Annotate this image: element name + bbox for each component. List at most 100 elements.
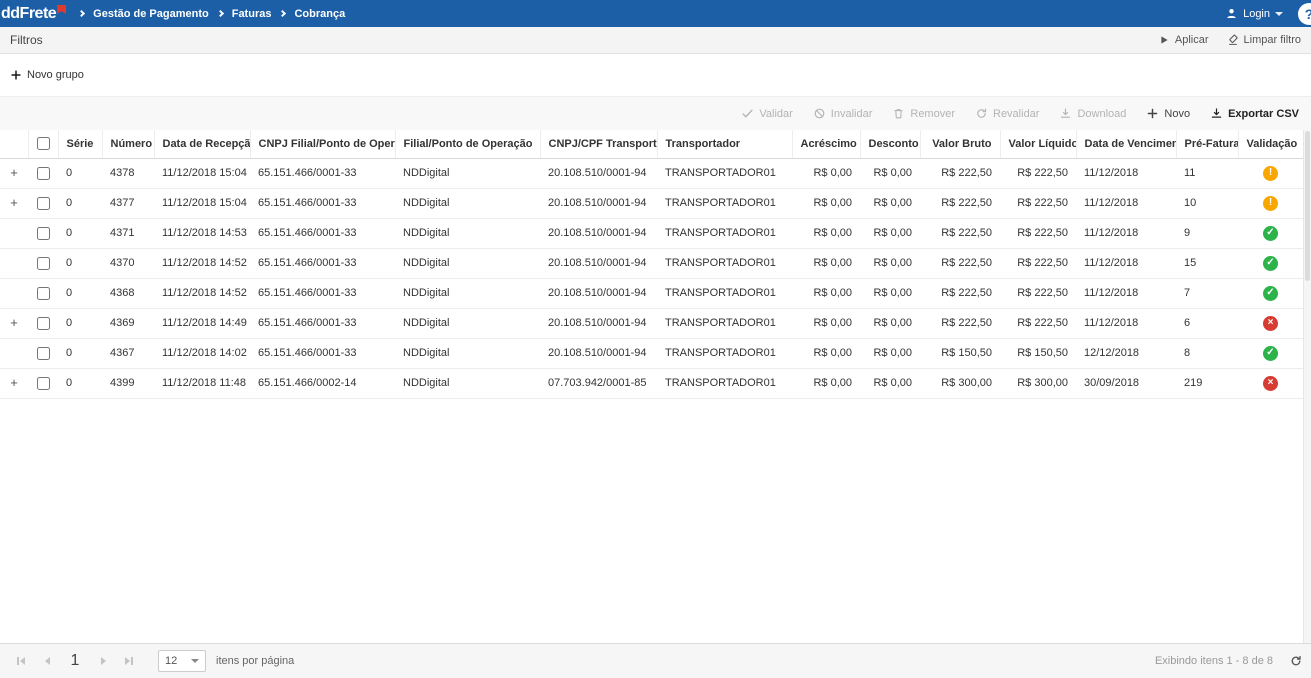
cell-valor-liquido: R$ 222,50 <box>1000 308 1076 338</box>
help-icon[interactable] <box>1298 3 1311 25</box>
cell-acrescimo: R$ 0,00 <box>792 158 860 188</box>
cell-acrescimo: R$ 0,00 <box>792 218 860 248</box>
login-label: Login <box>1243 8 1270 20</box>
refresh-icon <box>1289 654 1303 668</box>
column-header-serie[interactable]: Série <box>58 130 102 158</box>
cell-valor-liquido: R$ 222,50 <box>1000 188 1076 218</box>
login-menu[interactable]: Login <box>1225 7 1283 20</box>
cell-filial: NDDigital <box>395 218 540 248</box>
cell-serie: 0 <box>58 248 102 278</box>
expand-row-button[interactable]: + <box>10 315 18 330</box>
expand-row-button[interactable]: + <box>10 165 18 180</box>
app-logo[interactable]: ddFrete <box>1 2 67 26</box>
cell-cnpj-filial: 65.151.466/0002-14 <box>250 368 395 398</box>
exportar-csv-button[interactable]: Exportar CSV <box>1210 107 1299 120</box>
cell-transportador: TRANSPORTADOR01 <box>657 368 792 398</box>
row-checkbox[interactable] <box>37 167 50 180</box>
validation-status-icon: ! <box>1263 196 1278 211</box>
first-page-icon <box>20 657 25 665</box>
cell-filial: NDDigital <box>395 338 540 368</box>
row-checkbox[interactable] <box>37 377 50 390</box>
scrollbar-thumb[interactable] <box>1305 131 1310 281</box>
column-header-pre-fatura[interactable]: Pré-Fatura <box>1176 130 1238 158</box>
cell-cnpj-filial: 65.151.466/0001-33 <box>250 218 395 248</box>
validation-status-icon: ✓ <box>1263 256 1278 271</box>
cell-numero: 4368 <box>102 278 154 308</box>
column-header-valor-bruto[interactable]: Valor Bruto <box>920 130 1000 158</box>
column-header-data-de-recepcao[interactable]: Data de Recepção↓ <box>154 130 250 158</box>
cell-pre-fatura: 15 <box>1176 248 1238 278</box>
column-header-acrescimo[interactable]: Acréscimo <box>792 130 860 158</box>
last-page-button[interactable] <box>116 644 142 678</box>
cell-serie: 0 <box>58 368 102 398</box>
remover-button[interactable]: Remover <box>892 107 955 120</box>
row-checkbox[interactable] <box>37 317 50 330</box>
validation-status-icon: × <box>1263 376 1278 391</box>
pagination-bar: 1 12 itens por página Exibindo itens 1 -… <box>0 643 1311 678</box>
cell-data-recepcao: 11/12/2018 14:52 <box>154 248 250 278</box>
clear-filter-button[interactable]: Limpar filtro <box>1227 34 1301 46</box>
cell-valor-liquido: R$ 300,00 <box>1000 368 1076 398</box>
row-checkbox[interactable] <box>37 257 50 270</box>
select-all-checkbox[interactable] <box>37 137 50 150</box>
row-checkbox[interactable] <box>37 197 50 210</box>
cell-filial: NDDigital <box>395 188 540 218</box>
filter-bar: Filtros Aplicar Limpar filtro <box>0 27 1311 54</box>
cell-pre-fatura: 7 <box>1176 278 1238 308</box>
chevron-right-icon <box>78 10 85 17</box>
table-row: 0 4370 11/12/2018 14:52 65.151.466/0001-… <box>0 248 1303 278</box>
prev-page-button[interactable] <box>34 644 60 678</box>
column-header-desconto[interactable]: Desconto <box>860 130 920 158</box>
new-group-button[interactable]: Novo grupo <box>10 69 84 81</box>
cell-transportador: TRANSPORTADOR01 <box>657 338 792 368</box>
column-header-cnpj-filial-ponto-de-operacao[interactable]: CNPJ Filial/Ponto de Operação <box>250 130 395 158</box>
validar-button[interactable]: Validar <box>741 107 792 120</box>
column-header-data-de-vencimento[interactable]: Data de Vencimento <box>1076 130 1176 158</box>
vertical-scrollbar[interactable] <box>1303 130 1311 643</box>
invalidar-button[interactable]: Invalidar <box>813 107 873 120</box>
cell-data-recepcao: 11/12/2018 15:04 <box>154 188 250 218</box>
next-page-button[interactable] <box>90 644 116 678</box>
validation-status-icon: ✓ <box>1263 346 1278 361</box>
column-header-transportador[interactable]: Transportador <box>657 130 792 158</box>
cell-serie: 0 <box>58 308 102 338</box>
apply-filter-button[interactable]: Aplicar <box>1158 34 1209 46</box>
validation-status-icon: ✓ <box>1263 286 1278 301</box>
chevron-right-icon <box>279 10 286 17</box>
cell-transportador: TRANSPORTADOR01 <box>657 158 792 188</box>
first-page-button[interactable] <box>8 644 34 678</box>
breadcrumb-item-faturas[interactable]: Faturas <box>232 8 272 20</box>
row-checkbox[interactable] <box>37 347 50 360</box>
refresh-grid-button[interactable] <box>1289 654 1303 668</box>
cell-valor-bruto: R$ 222,50 <box>920 308 1000 338</box>
row-checkbox[interactable] <box>37 227 50 240</box>
table-row: 0 4371 11/12/2018 14:53 65.151.466/0001-… <box>0 218 1303 248</box>
pager-right: Exibindo itens 1 - 8 de 8 <box>1155 654 1303 668</box>
plus-icon <box>10 69 22 81</box>
filters-title: Filtros <box>10 33 43 47</box>
novo-button[interactable]: Novo <box>1146 107 1190 120</box>
breadcrumb-item-gestao-de-pagamento[interactable]: Gestão de Pagamento <box>93 8 209 20</box>
revalidar-button[interactable]: Revalidar <box>975 107 1039 120</box>
breadcrumb-item-cobranca[interactable]: Cobrança <box>294 8 345 20</box>
column-header-filial-ponto-de-operacao[interactable]: Filial/Ponto de Operação <box>395 130 540 158</box>
row-checkbox[interactable] <box>37 287 50 300</box>
expand-row-button[interactable]: + <box>10 195 18 210</box>
column-header-cnpj-cpf-transportador[interactable]: CNPJ/CPF Transportador <box>540 130 657 158</box>
column-header-validacao[interactable]: Validação <box>1238 130 1303 158</box>
cell-data-vencimento: 12/12/2018 <box>1076 338 1176 368</box>
cell-desconto: R$ 0,00 <box>860 308 920 338</box>
column-header-valor-liquido[interactable]: Valor Líquido <box>1000 130 1076 158</box>
page-size-select[interactable]: 12 <box>158 650 206 672</box>
expand-row-button[interactable]: + <box>10 375 18 390</box>
current-page-button[interactable]: 1 <box>60 644 90 678</box>
column-header-numero[interactable]: Número <box>102 130 154 158</box>
cell-cnpj-transportador: 20.108.510/0001-94 <box>540 308 657 338</box>
clear-filter-label: Limpar filtro <box>1244 34 1301 46</box>
page-size-value: 12 <box>165 655 177 667</box>
ban-icon <box>813 107 826 120</box>
cell-filial: NDDigital <box>395 368 540 398</box>
page-size-label: itens por página <box>216 655 294 667</box>
user-icon <box>1225 7 1238 20</box>
download-button[interactable]: Download <box>1059 107 1126 120</box>
